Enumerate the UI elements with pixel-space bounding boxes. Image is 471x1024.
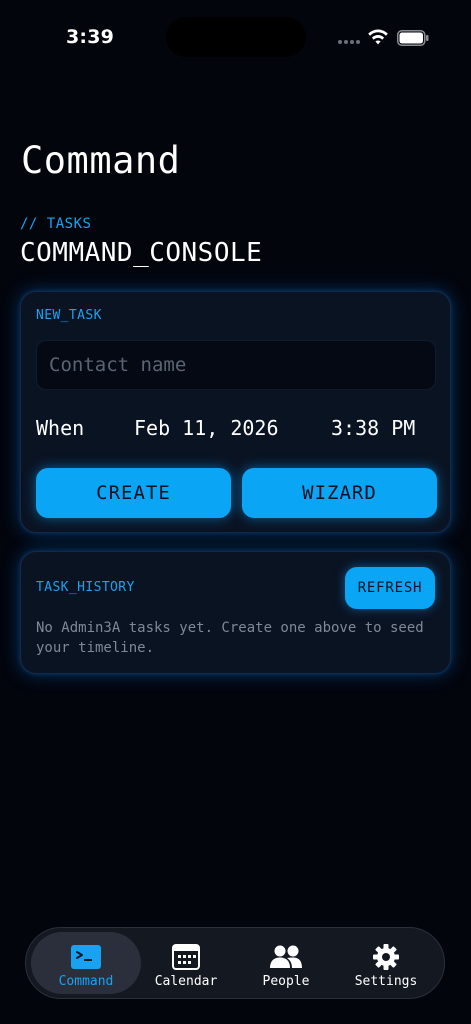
new-task-card: NEW_TASK When Feb 11, 2026 3:38 PM CREAT… [20, 291, 451, 533]
section-kicker: // TASKS [20, 216, 92, 232]
wizard-button[interactable]: WIZARD [242, 468, 437, 518]
task-history-label: TASK_HISTORY [36, 580, 135, 595]
tab-people[interactable]: People [231, 932, 341, 994]
tab-bar: Command Calendar People Settings [25, 927, 445, 999]
status-time: 3:39 [66, 26, 115, 48]
refresh-button[interactable]: REFRESH [345, 567, 435, 609]
new-task-label: NEW_TASK [36, 308, 102, 323]
cellular-signal-icon [338, 40, 360, 44]
task-history-card: TASK_HISTORY REFRESH No Admin3A tasks ye… [20, 551, 451, 674]
gear-icon [373, 944, 399, 970]
terminal-icon [71, 945, 101, 969]
tab-label-settings: Settings [354, 974, 418, 989]
status-bar: 3:39 [0, 0, 471, 60]
tab-calendar[interactable]: Calendar [131, 932, 241, 994]
when-label: When [36, 416, 85, 440]
page-title: Command [21, 139, 181, 182]
dynamic-island [166, 17, 306, 57]
tab-label-people: People [262, 974, 310, 989]
tab-label-command: Command [58, 974, 114, 989]
create-button[interactable]: CREATE [36, 468, 231, 518]
date-picker[interactable]: Feb 11, 2026 [134, 416, 279, 440]
people-icon [270, 945, 302, 968]
calendar-icon [172, 944, 200, 970]
section-heading: COMMAND_CONSOLE [20, 238, 263, 268]
tab-label-calendar: Calendar [154, 974, 218, 989]
battery-icon [397, 30, 429, 46]
contact-name-input[interactable] [36, 340, 436, 390]
time-picker[interactable]: 3:38 PM [331, 416, 415, 440]
tab-settings[interactable]: Settings [331, 932, 441, 994]
empty-state-message: No Admin3A tasks yet. Create one above t… [36, 620, 424, 656]
wifi-icon [368, 29, 388, 45]
tab-command[interactable]: Command [31, 932, 141, 994]
